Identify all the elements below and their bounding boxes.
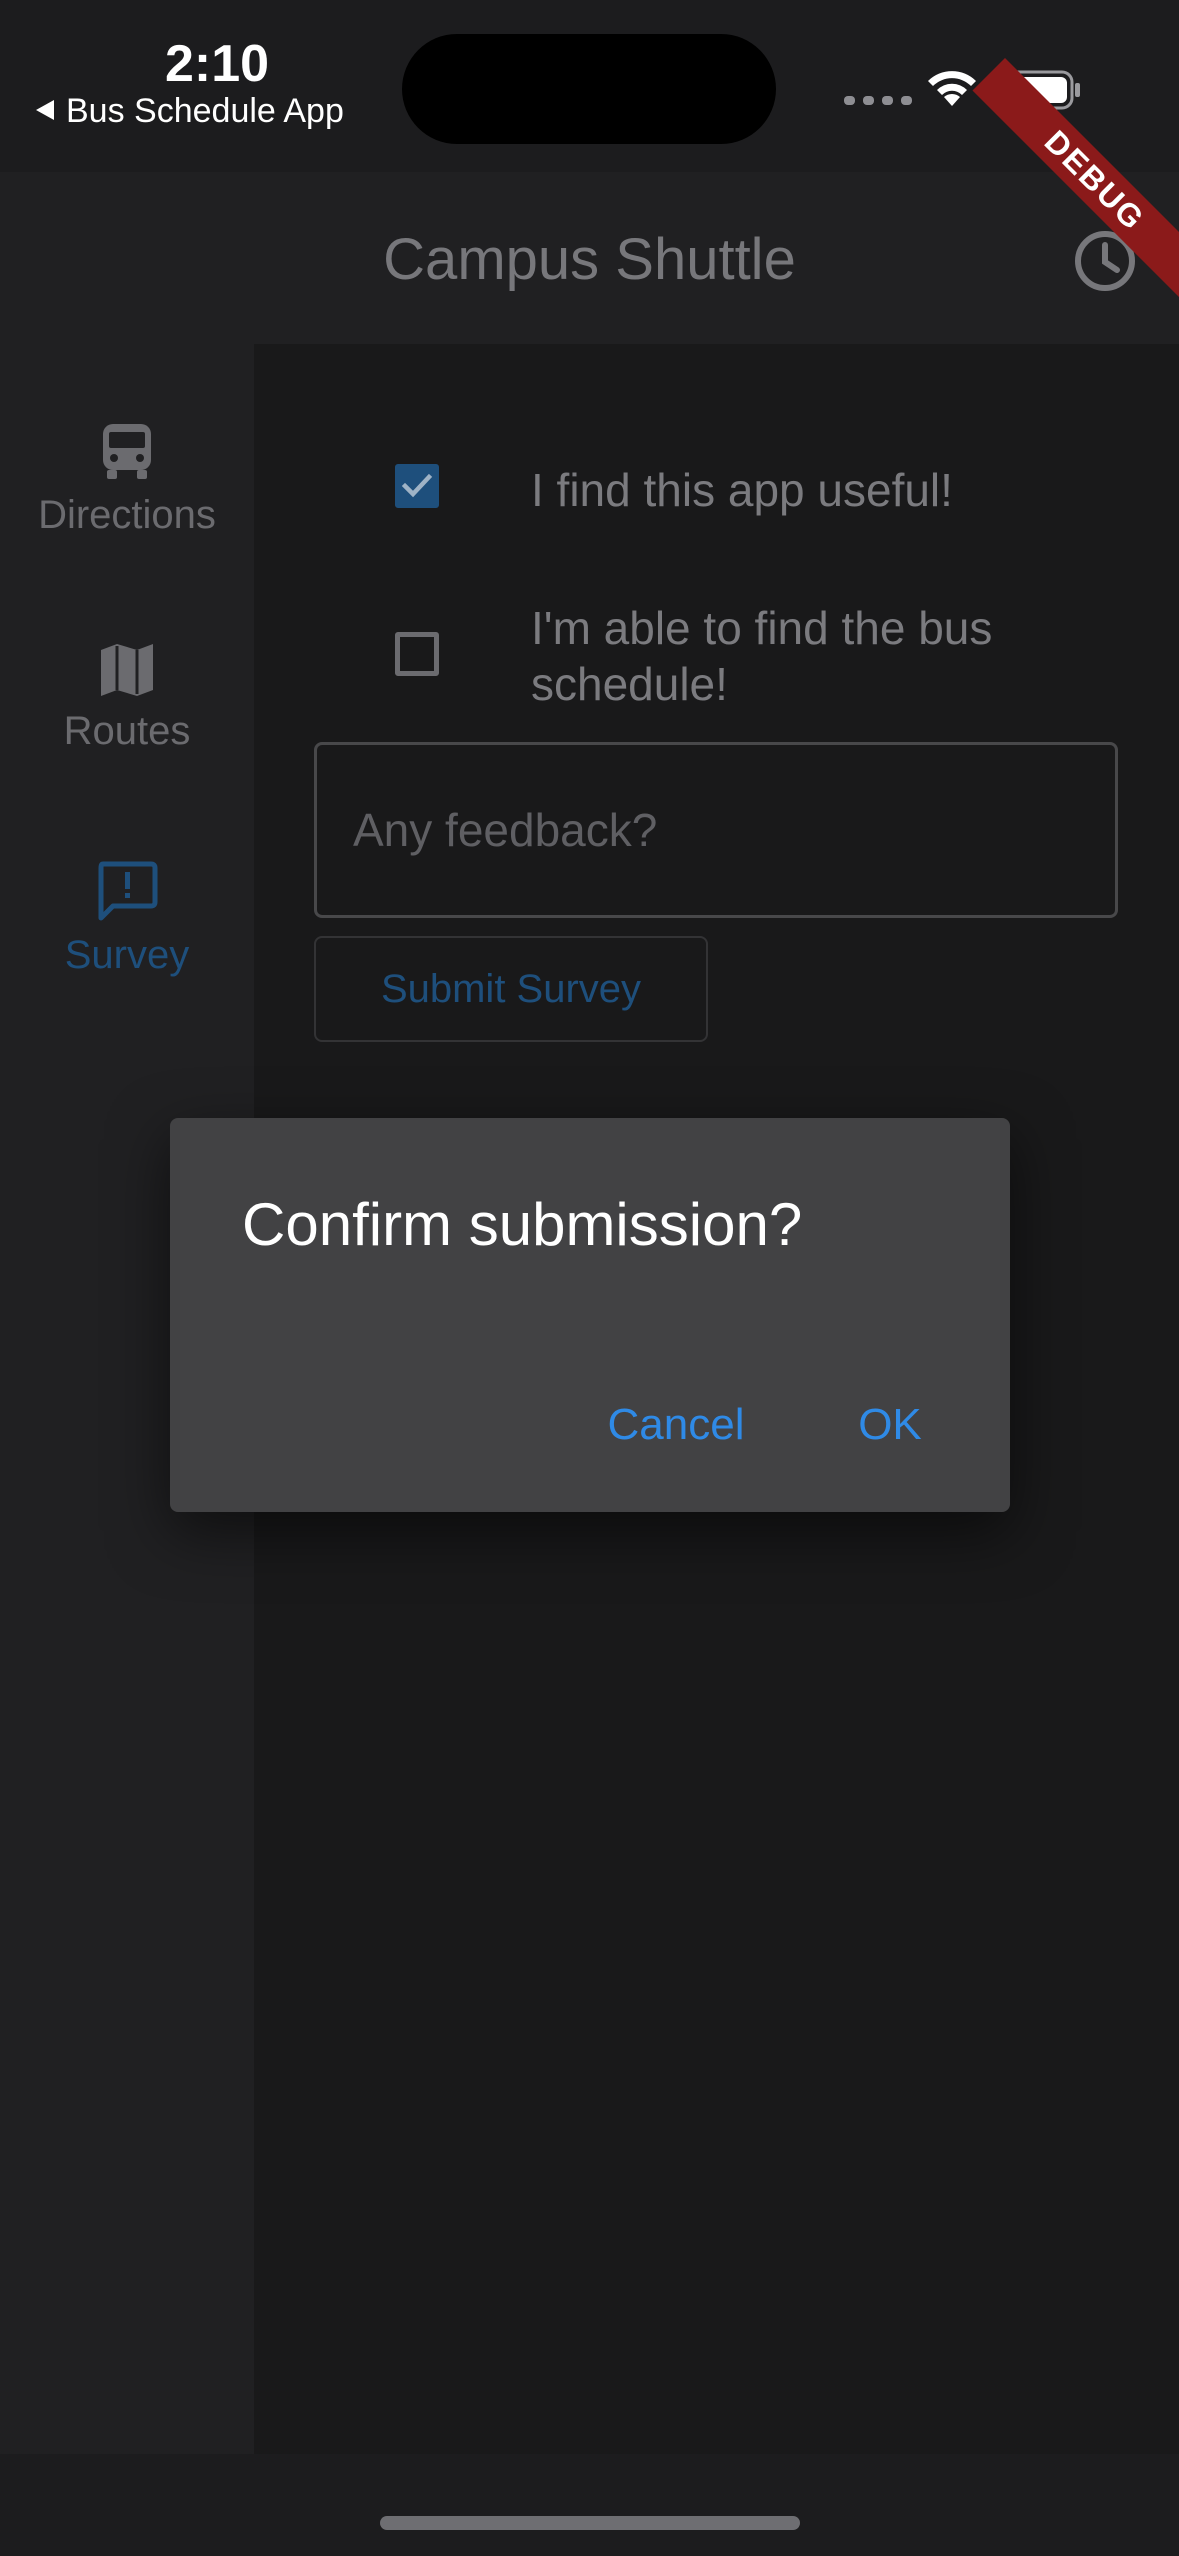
nav-item-survey-label: Survey — [64, 933, 190, 977]
schedule-label-line1: I'm able to find the bus — [531, 602, 993, 654]
bus-icon — [0, 420, 254, 487]
useful-checkbox-label: I find this app useful! — [531, 464, 953, 516]
dialog-title: Confirm submission? — [242, 1191, 803, 1258]
useful-checkbox[interactable] — [395, 464, 439, 508]
nav-item-directions[interactable]: Directions — [0, 420, 254, 538]
feedback-input[interactable]: Any feedback? — [314, 742, 1118, 918]
app-title: Campus Shuttle — [383, 227, 796, 292]
schedule-label-line2: schedule! — [531, 658, 728, 710]
cellular-signal-icon — [844, 96, 912, 105]
nav-item-survey[interactable]: Survey — [0, 858, 254, 978]
back-app-label: Bus Schedule App — [66, 92, 344, 130]
confirm-dialog: Confirm submission? Cancel OK — [170, 1118, 1010, 1512]
nav-item-routes[interactable]: Routes — [0, 642, 254, 754]
feedback-placeholder: Any feedback? — [353, 804, 658, 856]
feedback-icon — [0, 858, 254, 927]
nav-item-directions-label: Directions — [38, 493, 216, 537]
submit-survey-button[interactable]: Submit Survey — [314, 936, 708, 1042]
nav-item-routes-label: Routes — [63, 709, 191, 753]
schedule-checkbox-label: I'm able to find the bus schedule! — [531, 600, 992, 712]
checkbox-row-useful[interactable] — [395, 464, 439, 508]
map-icon — [0, 642, 254, 703]
status-time: 2:10 — [164, 35, 270, 93]
back-to-app-link[interactable]: Bus Schedule App — [34, 92, 344, 131]
checkbox-row-schedule[interactable] — [395, 632, 439, 676]
schedule-checkbox[interactable] — [395, 632, 439, 676]
cancel-button[interactable]: Cancel — [586, 1380, 766, 1470]
home-indicator[interactable] — [380, 2516, 800, 2530]
dynamic-island — [402, 34, 776, 144]
bottom-safe-area — [0, 2454, 1179, 2556]
back-triangle-icon — [34, 92, 56, 131]
ok-button[interactable]: OK — [830, 1380, 950, 1470]
